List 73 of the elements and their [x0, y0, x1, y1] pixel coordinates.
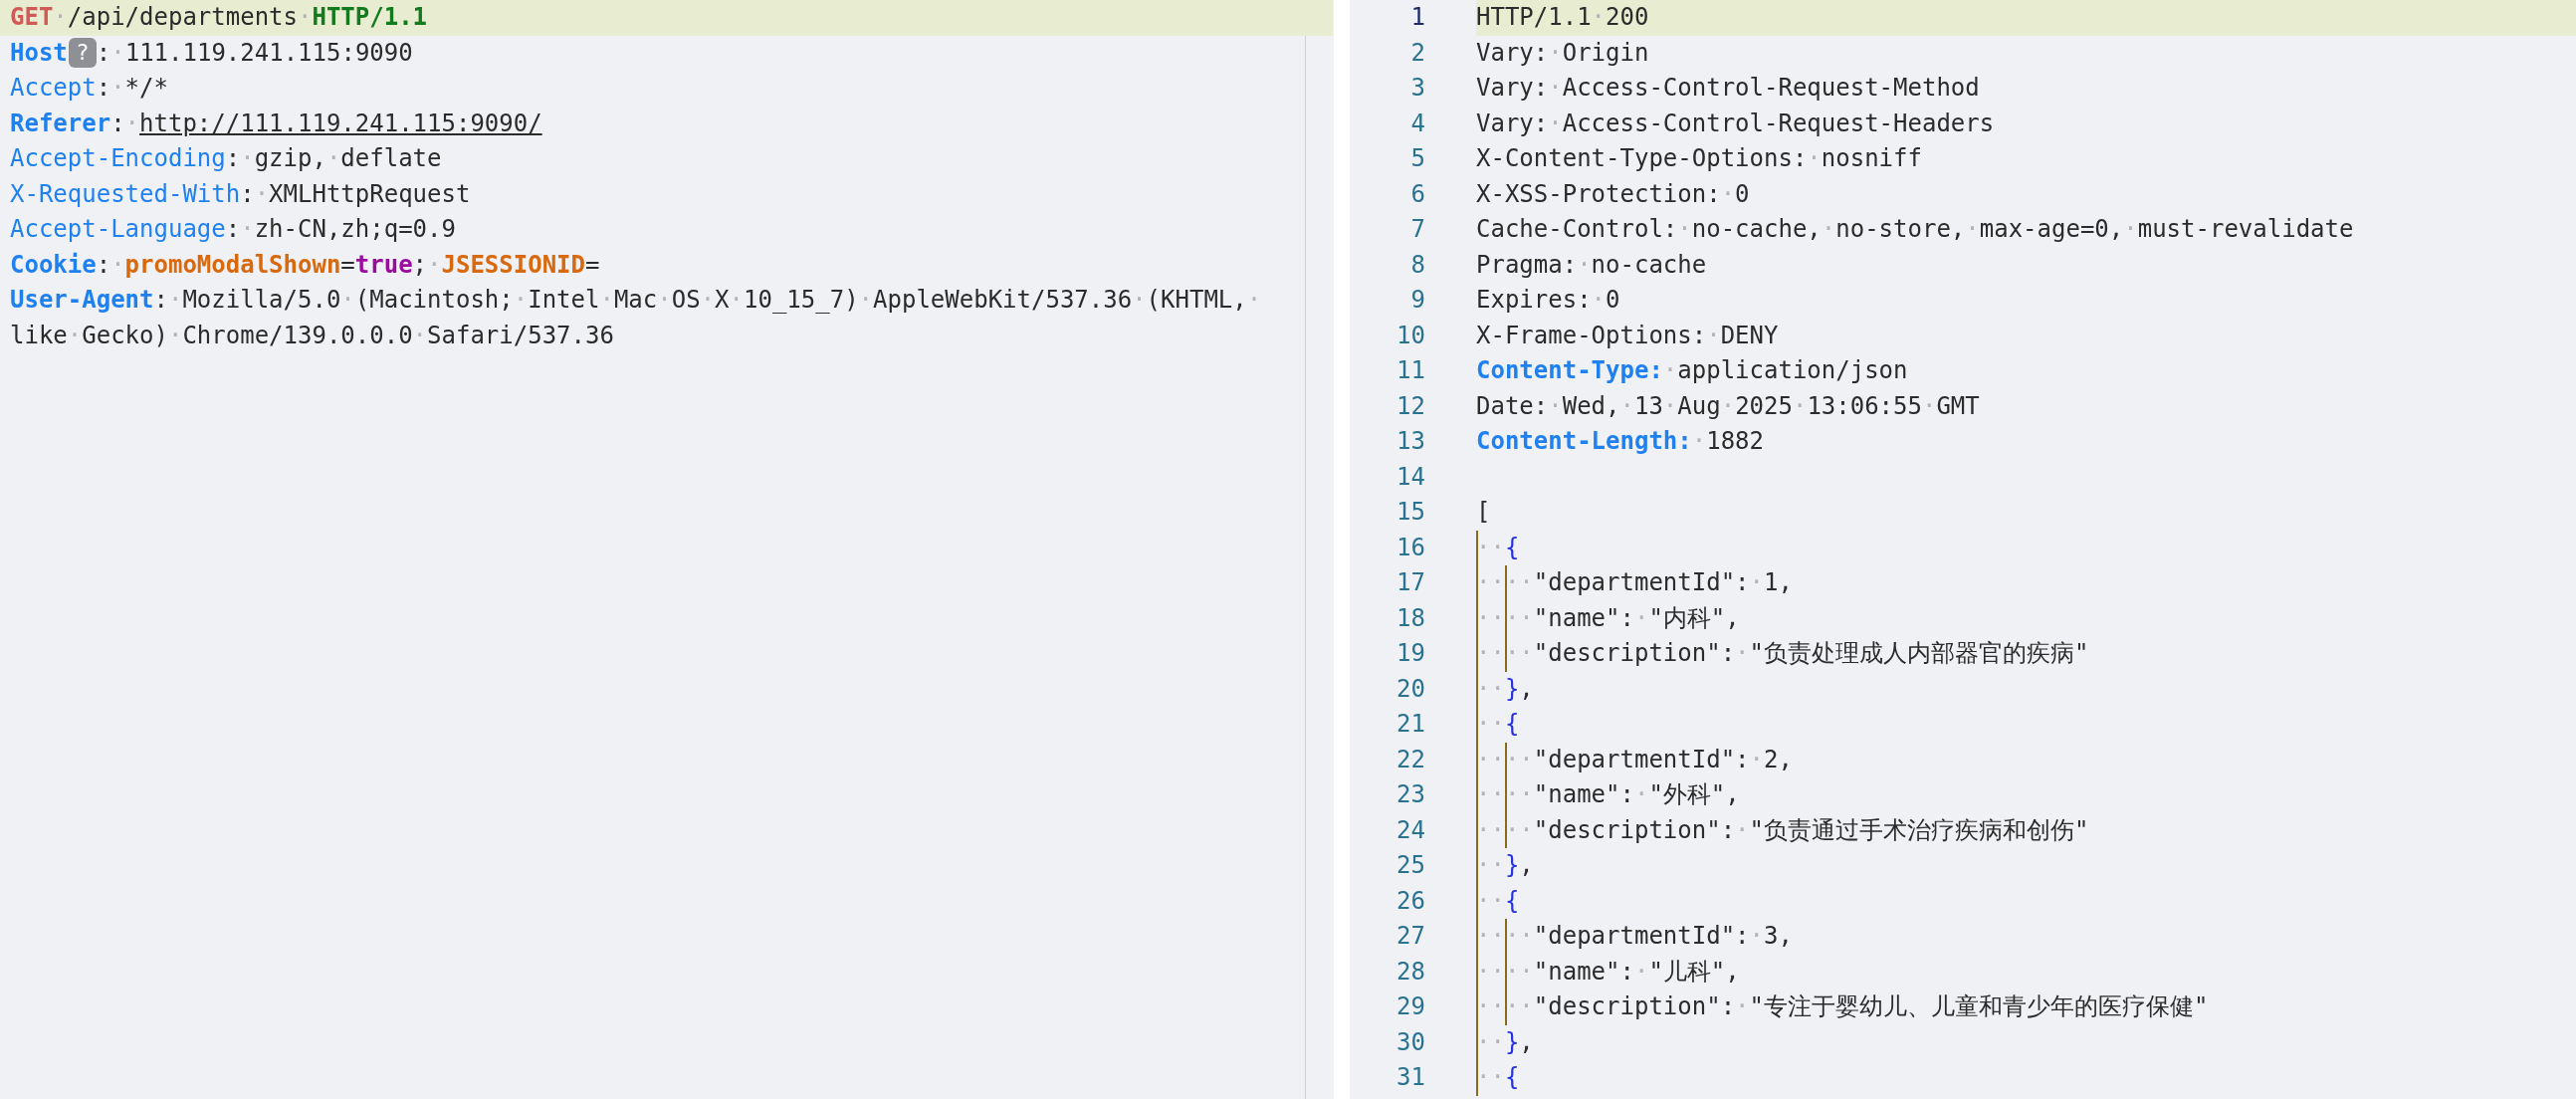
code-line: Cookie:·promoModalShown=true;·JSESSIONID= [10, 249, 600, 281]
code-line: like·Gecko)·Chrome/139.0.0.0·Safari/537.36 [10, 320, 614, 351]
line-number: 2 [1409, 37, 1425, 69]
code-line: [ [1476, 497, 1491, 528]
line-number: 24 [1395, 814, 1425, 846]
line-number: 9 [1409, 285, 1425, 316]
code-line: ··}, [1476, 1024, 1534, 1060]
code-line: ··{ [1476, 883, 1520, 919]
line-number: 17 [1395, 567, 1425, 598]
line-number: 28 [1395, 956, 1425, 988]
code-line: ····"departmentId":·1, [1476, 565, 1793, 601]
code-line: ··}, [1476, 671, 1534, 707]
line-number: 8 [1409, 249, 1425, 281]
code-line: ····"name":·"外科", [1476, 777, 1740, 813]
line-number: 10 [1395, 320, 1425, 351]
code-line: Cache-Control:·no-cache,·no-store,·max-age=0,·must-revalidate [1476, 214, 2354, 245]
code-line: ··{ [1476, 1060, 1520, 1096]
line-number: 27 [1395, 921, 1425, 952]
code-line: Accept-Language:·zh-CN,zh;q=0.9 [10, 214, 456, 245]
line-number: 3 [1409, 73, 1425, 104]
line-number: 25 [1395, 850, 1425, 881]
code-line: Content-Length:·1882 [1476, 426, 1764, 457]
line-number: 6 [1409, 178, 1425, 210]
line-number: 15 [1395, 497, 1425, 528]
code-line: ··{ [1476, 530, 1520, 565]
line-number: 30 [1395, 1026, 1425, 1058]
code-line: Accept:·*/* [10, 73, 168, 104]
line-number: 12 [1395, 390, 1425, 422]
code-line: Host [10, 37, 68, 69]
line-number: 7 [1409, 214, 1425, 245]
code-line: Vary:·Access-Control-Request-Headers [1476, 108, 1995, 139]
code-line: X-Requested-With:·XMLHttpRequest [10, 178, 471, 210]
code-line: Content-Type:·application/json [1476, 355, 1908, 386]
code-line: HTTP/1.1·200 [1476, 2, 1649, 33]
code-line: X-Frame-Options:·DENY [1476, 320, 1779, 351]
line-number: 1 [1409, 2, 1425, 33]
code-line: ····"description":·"负责处理成人内部器官的疾病" [1476, 636, 2089, 672]
code-line: Vary:·Access-Control-Request-Method [1476, 73, 1980, 104]
code-line: ··}, [1476, 848, 1534, 884]
line-number: 19 [1395, 638, 1425, 669]
line-number: 18 [1395, 602, 1425, 634]
code-line: Referer:·http://111.119.241.115:9090/ [10, 108, 542, 139]
line-number: 14 [1395, 461, 1425, 493]
line-number: 5 [1409, 143, 1425, 174]
line-number: 16 [1395, 532, 1425, 563]
code-line: :·111.119.241.115:9090 [96, 37, 413, 69]
code-line: Vary:·Origin [1476, 37, 1649, 69]
line-number: 23 [1395, 779, 1425, 810]
line-number: 13 [1395, 426, 1425, 457]
code-line: ····"departmentId":·3, [1476, 919, 1793, 955]
code-line: Accept-Encoding:·gzip,·deflate [10, 143, 442, 174]
code-line: Date:·Wed,·13·Aug·2025·13:06:55·GMT [1476, 390, 1980, 422]
line-number: 29 [1395, 991, 1425, 1022]
line-number: 4 [1409, 108, 1425, 139]
code-line: GET·/api/departments·HTTP/1.1 [10, 2, 428, 33]
code-line: ····"departmentId":·2, [1476, 742, 1793, 777]
line-number: 26 [1395, 885, 1425, 917]
code-line: ····"name":·"内科", [1476, 600, 1740, 636]
help-badge[interactable]: ? [68, 38, 97, 69]
line-number: 11 [1395, 355, 1425, 386]
line-number: 20 [1395, 673, 1425, 705]
code-line: User-Agent:·Mozilla/5.0·(Macintosh;·Intel·Mac·OS·X·10_15_7)·AppleWebKit/537.36·(KHTML,· [10, 285, 1262, 316]
code-line: ····"description":·"负责通过手术治疗疾病和创伤" [1476, 812, 2089, 848]
code-line: X-Content-Type-Options:·nosniff [1476, 143, 1922, 174]
line-number: 31 [1395, 1062, 1425, 1093]
code-line: Pragma:·no-cache [1476, 249, 1707, 281]
code-line: ····"name":·"儿科", [1476, 954, 1740, 989]
code-line: X-XSS-Protection:·0 [1476, 178, 1750, 210]
line-number: 22 [1395, 744, 1425, 775]
line-number: 21 [1395, 709, 1425, 740]
code-line: Expires:·0 [1476, 285, 1620, 316]
code-line: ··{ [1476, 707, 1520, 743]
code-line: ····"description":·"专注于婴幼儿、儿童和青少年的医疗保健" [1476, 989, 2209, 1025]
